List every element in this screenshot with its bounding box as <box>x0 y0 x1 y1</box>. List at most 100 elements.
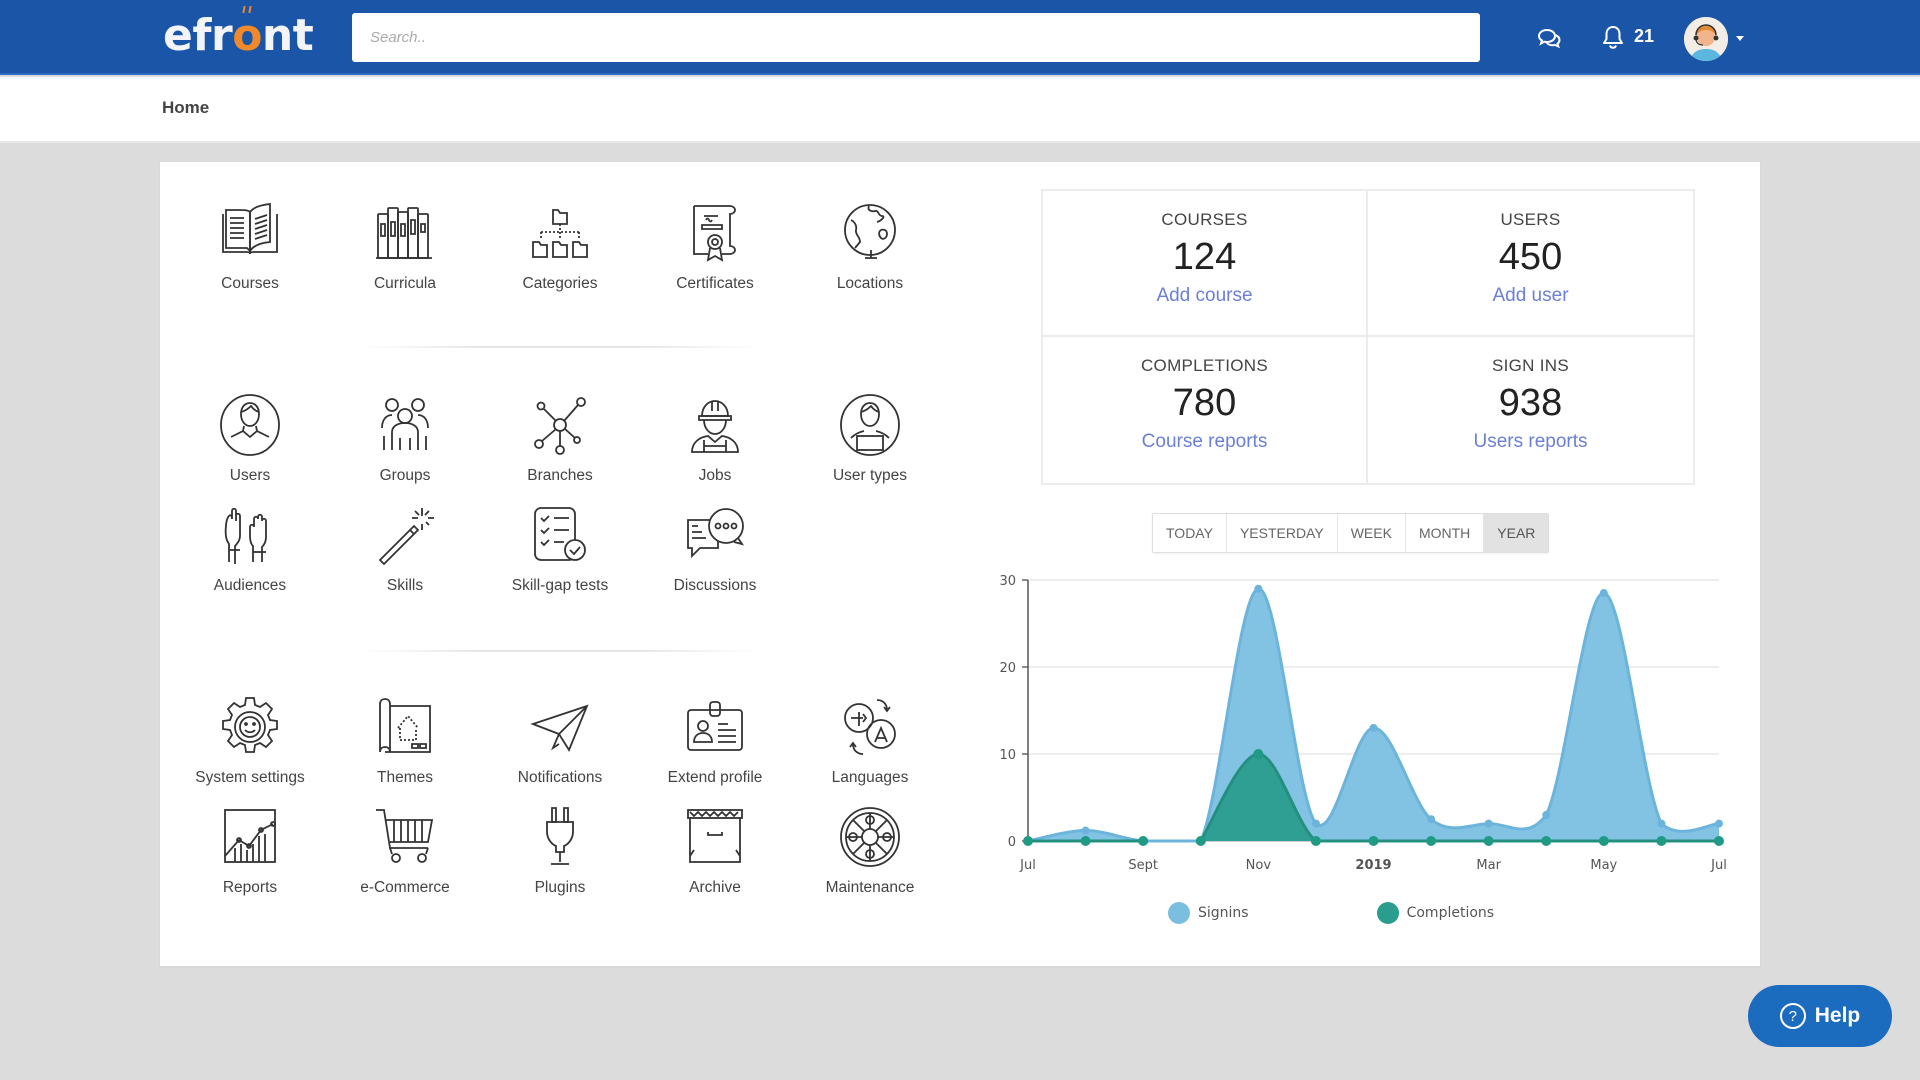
signins-point <box>1254 584 1263 593</box>
logo-text-end: nt <box>261 10 314 61</box>
x-tick-label: 2019 <box>1355 858 1391 873</box>
x-tick-label: Nov <box>1246 858 1272 873</box>
tile-label: Languages <box>831 769 909 786</box>
stat-caption: COMPLETIONS <box>1140 356 1269 375</box>
range-today[interactable]: TODAY <box>1153 514 1227 552</box>
y-tick-label: 0 <box>1008 835 1016 850</box>
breadcrumb-bar: Home <box>0 77 1920 143</box>
completions-point <box>1138 836 1149 846</box>
x-tick-label: Mar <box>1476 858 1501 873</box>
help-button[interactable]: ? Help <box>1748 985 1892 1047</box>
tile-label: Reports <box>222 879 278 896</box>
books-shelf-icon <box>376 207 432 259</box>
network-icon <box>534 397 586 455</box>
y-tick-label: 10 <box>999 748 1016 763</box>
completions-point <box>1598 836 1609 846</box>
tile-categories[interactable]: Categories <box>485 200 635 293</box>
tile-label: Archive <box>689 879 741 896</box>
breadcrumb-home[interactable]: Home <box>162 98 209 118</box>
signins-point <box>1427 815 1436 824</box>
legend-signins[interactable]: Signins <box>1168 902 1249 924</box>
tile-branches[interactable]: Branches <box>485 392 635 485</box>
course-reports-link[interactable]: Course reports <box>1142 431 1268 453</box>
stat-users: USERS 450 Add user <box>1368 191 1693 337</box>
tile-jobs[interactable]: Jobs <box>640 392 790 485</box>
tile-users[interactable]: Users <box>175 392 325 485</box>
signins-point <box>1715 819 1723 828</box>
bell-icon[interactable] <box>1602 24 1624 55</box>
tile-groups[interactable]: Groups <box>330 392 480 485</box>
stat-value: 780 <box>1172 382 1237 424</box>
range-yesterday[interactable]: YESTERDAY <box>1226 514 1338 552</box>
tile-courses[interactable]: Courses <box>175 200 325 293</box>
tile-reports[interactable]: Reports <box>175 804 325 897</box>
y-tick-label: 30 <box>999 574 1016 589</box>
tile-label: Jobs <box>698 467 732 484</box>
checklist-icon <box>534 507 586 561</box>
tile-user-types[interactable]: User types <box>795 392 945 485</box>
notification-count[interactable]: 21 <box>1634 26 1654 47</box>
tile-locations[interactable]: Locations <box>795 200 945 293</box>
worker-icon <box>691 400 739 453</box>
tile-extend-profile[interactable]: Extend profile <box>640 694 790 787</box>
magic-wand-icon <box>378 508 434 566</box>
caret-down-icon[interactable] <box>1736 36 1744 41</box>
add-user-link[interactable]: Add user <box>1492 285 1568 307</box>
legend-label: Completions <box>1406 905 1495 921</box>
logo-text: efr <box>163 10 233 61</box>
efront-logo[interactable]: efront <box>163 10 314 61</box>
search-input[interactable] <box>352 13 1480 62</box>
tile-label: Plugins <box>534 879 586 896</box>
signins-point <box>1081 826 1090 835</box>
time-range-selector: TODAY YESTERDAY WEEK MONTH YEAR <box>1152 513 1550 553</box>
y-tick-label: 20 <box>999 661 1016 676</box>
tile-label: Skills <box>386 577 424 594</box>
completions-point <box>1023 836 1033 846</box>
legend-swatch-signins <box>1168 902 1190 924</box>
user-laptop-icon <box>840 394 900 456</box>
help-label: Help <box>1814 1004 1861 1027</box>
range-year[interactable]: YEAR <box>1484 514 1549 552</box>
tile-label: User types <box>832 467 908 484</box>
completions-point <box>1426 836 1437 846</box>
tile-themes[interactable]: Themes <box>330 694 480 787</box>
tile-skill-gap-tests[interactable]: Skill-gap tests <box>485 502 635 595</box>
section-divider <box>360 650 760 652</box>
tile-archive[interactable]: Archive <box>640 804 790 897</box>
tile-certificates[interactable]: Certificates <box>640 200 790 293</box>
completions-point <box>1714 836 1724 846</box>
tile-label: Certificates <box>676 275 754 292</box>
stat-caption: USERS <box>1500 210 1561 229</box>
tile-label: Branches <box>527 467 593 484</box>
tile-plugins[interactable]: Plugins <box>485 804 635 897</box>
section-divider <box>360 346 760 348</box>
top-navbar: efront 21 <box>0 0 1920 75</box>
tile-notifications[interactable]: Notifications <box>485 694 635 787</box>
tile-audiences[interactable]: Audiences <box>175 502 325 595</box>
x-tick-label: May <box>1590 858 1617 873</box>
signins-point <box>1657 819 1666 828</box>
user-avatar[interactable] <box>1684 17 1728 61</box>
stat-sign-ins: SIGN INS 938 Users reports <box>1368 337 1693 483</box>
tile-curricula[interactable]: Curricula <box>330 200 480 293</box>
tile-maintenance[interactable]: Maintenance <box>795 804 945 897</box>
completions-point <box>1656 836 1667 846</box>
add-course-link[interactable]: Add course <box>1156 285 1252 307</box>
globe-icon <box>844 204 896 259</box>
question-circle-icon: ? <box>1779 1003 1806 1029</box>
chat-bubbles-icon[interactable] <box>1536 27 1562 54</box>
user-circle-icon <box>220 394 280 456</box>
completions-point <box>1483 836 1494 846</box>
tile-system-settings[interactable]: System settings <box>175 694 325 787</box>
legend-completions[interactable]: Completions <box>1376 902 1495 924</box>
range-month[interactable]: MONTH <box>1405 514 1485 552</box>
tile-skills[interactable]: Skills <box>330 502 480 595</box>
chart-report-icon <box>224 809 276 863</box>
tile-discussions[interactable]: Discussions <box>640 502 790 595</box>
tile-e-commerce[interactable]: e-Commerce <box>330 804 480 897</box>
range-week[interactable]: WEEK <box>1337 514 1406 552</box>
users-reports-link[interactable]: Users reports <box>1473 431 1587 453</box>
tile-languages[interactable]: Languages <box>795 694 945 787</box>
tile-label: Themes <box>377 769 433 786</box>
completions-point <box>1080 836 1091 846</box>
